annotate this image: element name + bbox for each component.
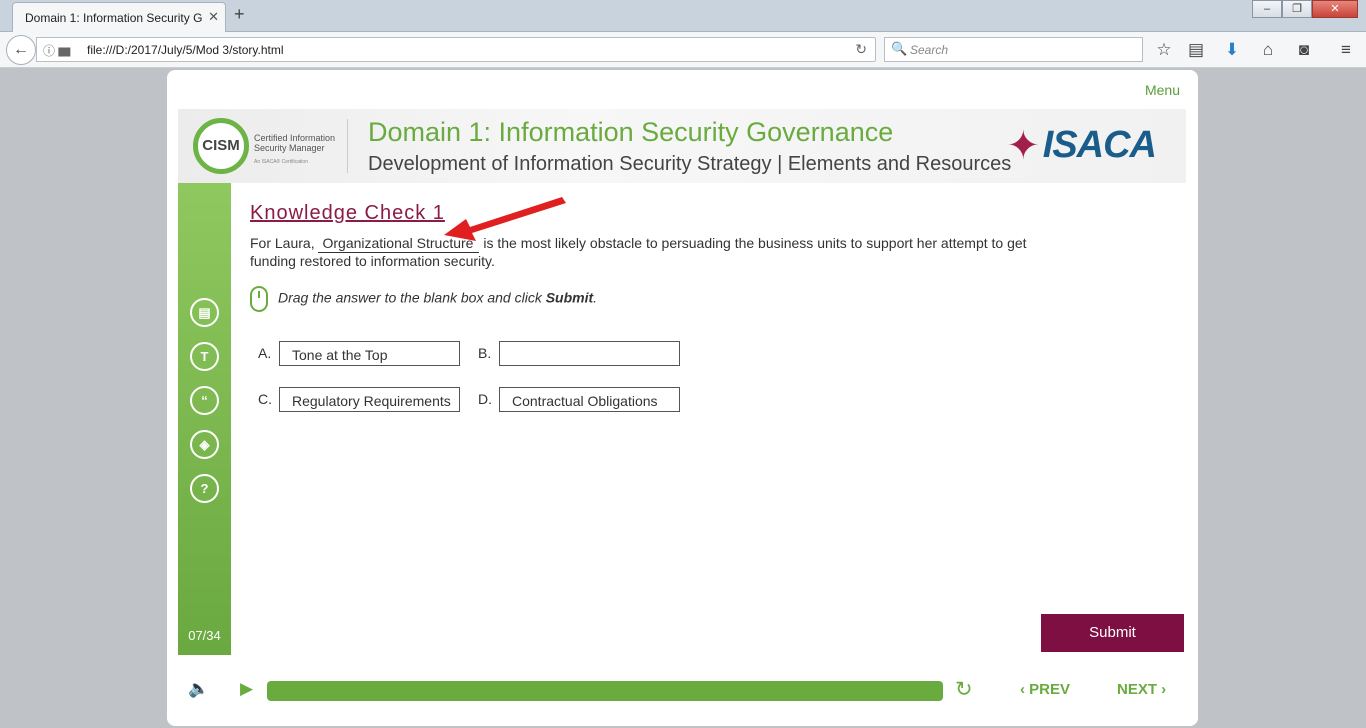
submit-button[interactable]: Submit: [1041, 614, 1184, 652]
restore-button[interactable]: ❐: [1282, 0, 1312, 18]
tab-title: Domain 1: Information Security G: [25, 11, 203, 25]
pocket-icon[interactable]: ◙: [1294, 40, 1314, 60]
cism-logo: CISM: [193, 118, 249, 174]
sidebar: ▤ T “ ◈ ? 07/34: [178, 183, 231, 655]
replay-icon[interactable]: ↻: [955, 677, 973, 702]
option-d-box[interactable]: Contractual Obligations: [499, 387, 680, 412]
browser-nav-bar: ← ⓘ ▆ file:///D:/2017/July/5/Mod 3/story…: [0, 32, 1366, 68]
notes-icon[interactable]: ▤: [190, 298, 219, 327]
resources-icon[interactable]: ◈: [190, 430, 219, 459]
next-button[interactable]: NEXT ›: [1117, 681, 1166, 698]
instruction-bold: Submit: [545, 289, 594, 306]
course-player: Menu CISM Certified Information Security…: [167, 70, 1198, 726]
window-controls: – ❐ ✕: [1252, 0, 1358, 18]
question-prefix: For Laura,: [250, 235, 315, 251]
transcript-icon[interactable]: T: [190, 342, 219, 371]
instruction: Drag the answer to the blank box and cli…: [250, 286, 597, 312]
help-icon[interactable]: ?: [190, 474, 219, 503]
option-letter: D.: [478, 391, 492, 407]
play-icon[interactable]: ▶: [240, 679, 253, 699]
red-arrow-annotation: [444, 197, 566, 241]
minimize-button[interactable]: –: [1252, 0, 1282, 18]
tab-close-icon[interactable]: ✕: [208, 9, 219, 25]
header-subtitle: Development of Information Security Stra…: [368, 153, 1012, 175]
player-controls: 🔈 ▶ ↻ ‹ PREV NEXT ›: [178, 674, 1186, 710]
menu-link[interactable]: Menu: [1145, 82, 1180, 98]
isaca-star-icon: ✦: [1006, 124, 1040, 168]
knowledge-check-title: Knowledge Check 1: [250, 202, 445, 224]
prev-label: PREV: [1029, 681, 1071, 698]
option-b-box[interactable]: [499, 341, 680, 366]
home-icon[interactable]: ⌂: [1258, 40, 1278, 60]
isaca-logo: ISACA: [1042, 124, 1157, 166]
cism-logo-subtext: An ISACA® Certification: [254, 159, 308, 165]
quote-icon[interactable]: “: [190, 386, 219, 415]
instruction-text: Drag the answer to the blank box and cli…: [278, 289, 542, 306]
download-icon[interactable]: ⬇: [1222, 40, 1242, 60]
prev-button[interactable]: ‹ PREV: [1020, 681, 1070, 698]
search-bar[interactable]: 🔍 Search: [884, 37, 1143, 62]
reading-list-icon[interactable]: ▤: [1186, 40, 1206, 60]
reload-icon[interactable]: ↻: [855, 41, 867, 58]
cism-logo-text: Certified Information Security Manager: [254, 133, 336, 153]
page-counter: 07/34: [188, 628, 221, 643]
site-info-icon[interactable]: ⓘ ▆: [43, 42, 70, 59]
header-title: Domain 1: Information Security Governanc…: [368, 117, 894, 147]
search-placeholder: Search: [910, 43, 949, 57]
volume-icon[interactable]: 🔈: [188, 679, 209, 699]
course-header: CISM Certified Information Security Mana…: [178, 109, 1186, 183]
back-button[interactable]: ←: [6, 35, 36, 65]
close-window-button[interactable]: ✕: [1312, 0, 1358, 18]
hamburger-menu-icon[interactable]: ≡: [1336, 40, 1356, 60]
url-text: file:///D:/2017/July/5/Mod 3/story.html: [87, 43, 284, 57]
next-label: NEXT: [1117, 681, 1158, 698]
browser-tab-bar: Domain 1: Information Security G ✕ + – ❐…: [0, 0, 1366, 32]
instruction-end: .: [593, 289, 598, 306]
new-tab-button[interactable]: +: [234, 4, 245, 25]
header-divider: [347, 119, 348, 173]
option-c-box[interactable]: Regulatory Requirements: [279, 387, 460, 412]
option-letter: B.: [478, 345, 492, 361]
url-bar[interactable]: ⓘ ▆ file:///D:/2017/July/5/Mod 3/story.h…: [36, 37, 876, 62]
option-a-box[interactable]: Tone at the Top: [279, 341, 460, 366]
progress-bar[interactable]: [267, 681, 943, 701]
search-icon: 🔍: [891, 41, 908, 56]
browser-tab[interactable]: Domain 1: Information Security G ✕: [12, 2, 226, 32]
option-letter: C.: [258, 391, 272, 407]
mouse-icon: [250, 286, 268, 312]
option-letter: A.: [258, 345, 272, 361]
bookmark-star-icon[interactable]: ☆: [1154, 40, 1174, 60]
question-text: For Laura, Organizational Structure is t…: [250, 235, 1040, 270]
